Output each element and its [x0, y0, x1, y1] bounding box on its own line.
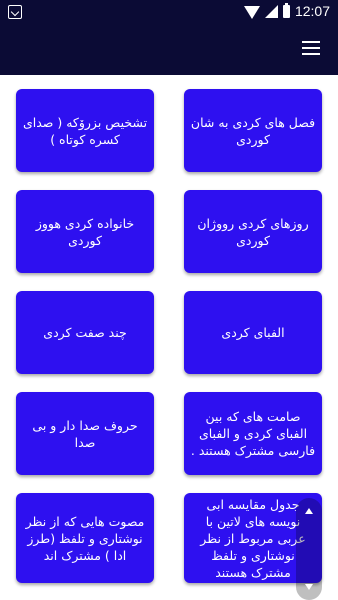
notification-icon [8, 5, 22, 19]
topic-card-alphabet[interactable]: الفبای کردی [184, 291, 322, 374]
card-label: مصوت هایی که از نظر نوشتاری و تلفظ (طرز … [25, 513, 145, 563]
topic-card-seasons[interactable]: فصل های کردی به شان کوردی [184, 89, 322, 172]
app-bar [0, 24, 338, 75]
status-bar: 12:07 [0, 0, 338, 24]
card-label: چند صفت کردی [43, 325, 127, 340]
topic-card-shared-consonants[interactable]: صامت های که بین الفبای کردی و الفبای فار… [184, 392, 322, 475]
signal-icon [264, 4, 278, 18]
topic-card-shared-vowels[interactable]: مصوت هایی که از نظر نوشتاری و تلفظ (طرز … [16, 493, 154, 583]
topic-card-family[interactable]: خانواده کردی هووز کوردی [16, 190, 154, 273]
card-label: صامت های که بین الفبای کردی و الفبای فار… [190, 409, 316, 458]
battery-icon [282, 2, 290, 18]
status-time: 12:07 [294, 3, 330, 19]
topic-card-vowels-consonants[interactable]: حروف صدا دار و بی صدا [16, 392, 154, 475]
topic-grid: فصل های کردی به شان کوردی تشخیص بزرۆکه (… [0, 75, 338, 600]
fast-scroll-handle[interactable] [296, 498, 322, 600]
wifi-icon [243, 6, 260, 19]
card-label: روزهای کردی رووژان کوردی [197, 215, 309, 248]
card-label: حروف صدا دار و بی صدا [32, 417, 138, 450]
card-label: الفبای کردی [221, 325, 285, 340]
card-label: خانواده کردی هووز کوردی [35, 215, 135, 248]
card-label: تشخیص بزرۆکه ( صدای کسره کوتاه ) [22, 114, 148, 147]
topic-card-days[interactable]: روزهای کردی رووژان کوردی [184, 190, 322, 273]
topic-card-bezroke[interactable]: تشخیص بزرۆکه ( صدای کسره کوتاه ) [16, 89, 154, 172]
card-label: فصل های کردی به شان کوردی [190, 114, 316, 147]
status-icons: 12:07 [243, 2, 330, 19]
hamburger-menu-icon[interactable] [302, 41, 320, 55]
topic-card-adjectives[interactable]: چند صفت کردی [16, 291, 154, 374]
